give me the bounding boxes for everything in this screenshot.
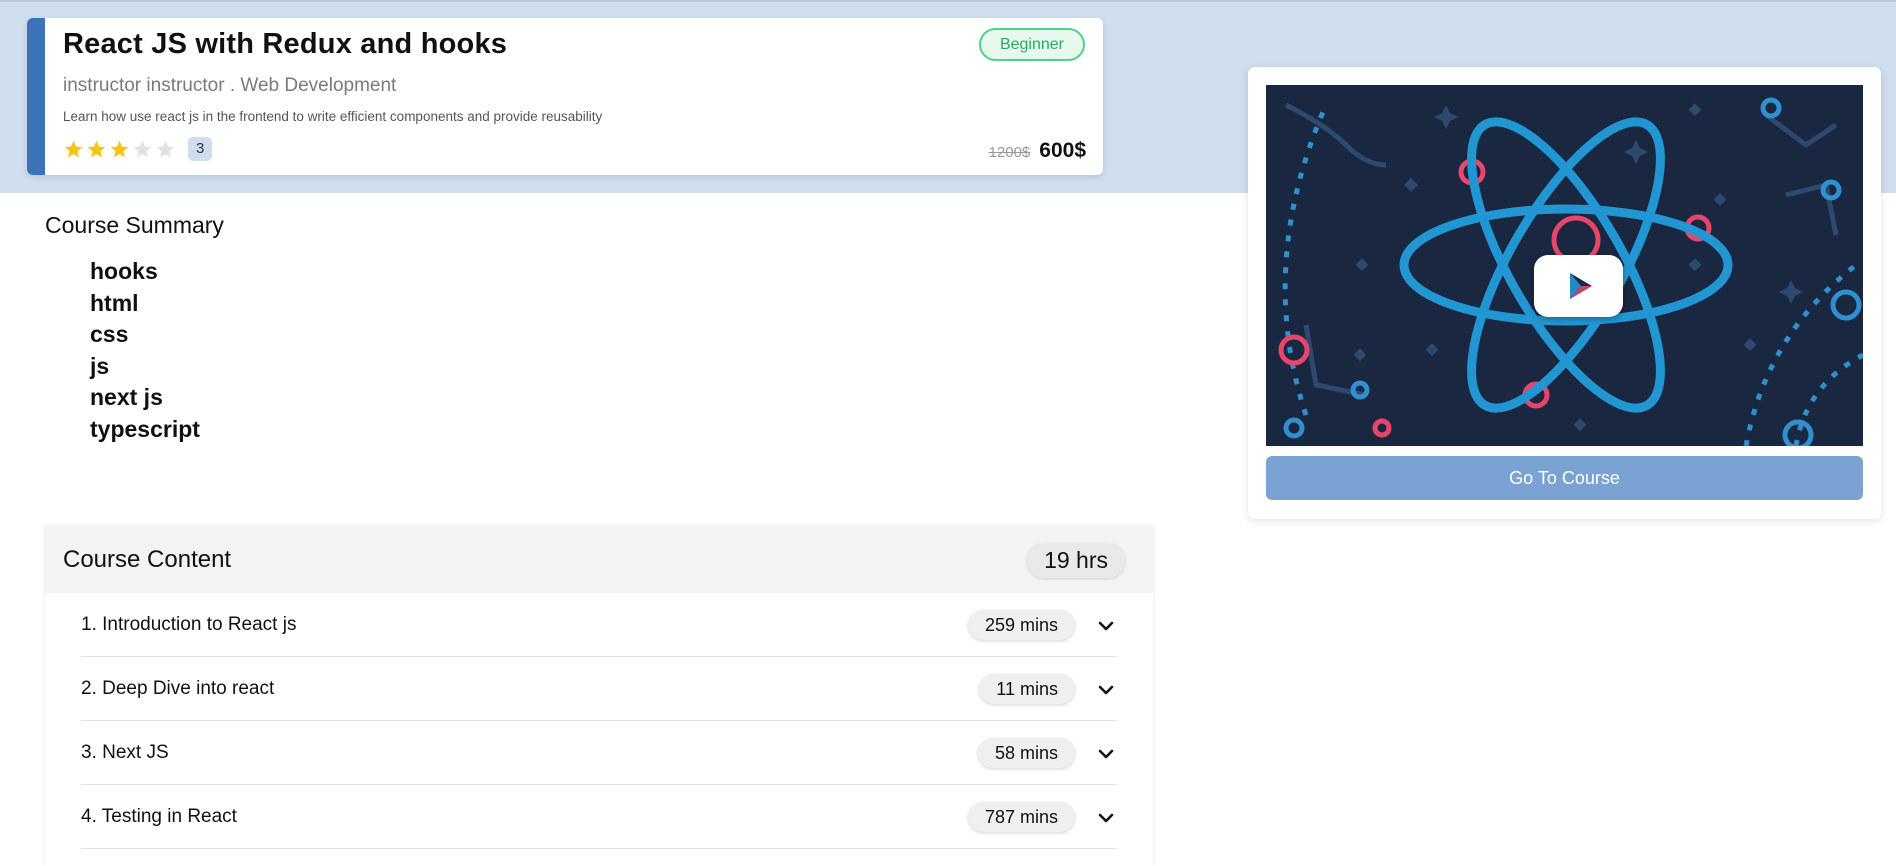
rating-stars — [63, 139, 176, 160]
section-title: 2. Deep Dive into react — [81, 678, 275, 699]
level-badge: Beginner — [978, 28, 1085, 61]
chevron-down-icon[interactable] — [1095, 679, 1117, 701]
section-duration: 259 mins — [967, 610, 1075, 640]
rating-count: 3 — [188, 137, 213, 161]
section-duration: 58 mins — [977, 738, 1075, 768]
go-to-course-button[interactable]: Go To Course — [1266, 456, 1863, 500]
star-filled-icon — [110, 140, 129, 157]
summary-item: typescript — [90, 415, 200, 442]
section-title: 4. Testing in React — [81, 806, 237, 827]
summary-item: css — [90, 321, 129, 348]
course-content: Course Content 19 hrs 1. Introduction to… — [45, 526, 1153, 866]
course-preview-card: Go To Course — [1248, 67, 1881, 519]
summary-item: hooks — [90, 258, 158, 284]
section-row[interactable]: 4. Testing in React 787 mins — [81, 785, 1117, 849]
chevron-down-icon[interactable] — [1095, 807, 1117, 829]
summary-item: html — [90, 289, 139, 316]
course-content-header: Course Content 19 hrs — [45, 526, 1153, 593]
course-title: React JS with Redux and hooks — [63, 28, 508, 60]
course-header-card: React JS with Redux and hooks Beginner i… — [27, 18, 1103, 175]
summary-item: next js — [90, 384, 163, 411]
course-content-title: Course Content — [63, 546, 232, 573]
current-price: 600$ — [1039, 139, 1086, 162]
section-title: 1. Introduction to React js — [81, 614, 297, 635]
play-icon — [1570, 273, 1592, 299]
course-instructor-category: instructor instructor . Web Development — [63, 75, 397, 96]
section-row[interactable]: 3. Next JS 58 mins — [81, 721, 1117, 785]
card-accent-bar — [27, 18, 45, 175]
star-empty-icon — [156, 140, 175, 157]
section-duration: 787 mins — [967, 802, 1075, 832]
section-row[interactable]: 2. Deep Dive into react 11 mins — [81, 657, 1117, 721]
course-total-duration: 19 hrs — [1027, 543, 1125, 578]
star-empty-icon — [133, 140, 152, 157]
star-filled-icon — [64, 140, 83, 157]
price: 1200$ 600$ — [989, 139, 1086, 163]
section-title: 3. Next JS — [81, 742, 169, 763]
old-price: 1200$ — [988, 144, 1031, 161]
course-video-preview[interactable] — [1266, 85, 1863, 446]
summary-item: js — [90, 352, 110, 379]
chevron-down-icon[interactable] — [1095, 615, 1117, 637]
section-row[interactable]: 1. Introduction to React js 259 mins — [81, 593, 1117, 657]
summary-title: Course Summary — [45, 212, 224, 238]
section-list: 1. Introduction to React js 259 mins 2. De… — [45, 593, 1153, 849]
star-filled-icon — [87, 140, 106, 157]
play-button[interactable] — [1534, 255, 1623, 317]
course-description: Learn how use react js in the frontend t… — [63, 109, 603, 124]
section-duration: 11 mins — [979, 674, 1075, 704]
summary-list: hooks html css js next js typescript — [90, 256, 200, 446]
chevron-down-icon[interactable] — [1095, 743, 1117, 765]
rating: 3 — [63, 137, 213, 161]
